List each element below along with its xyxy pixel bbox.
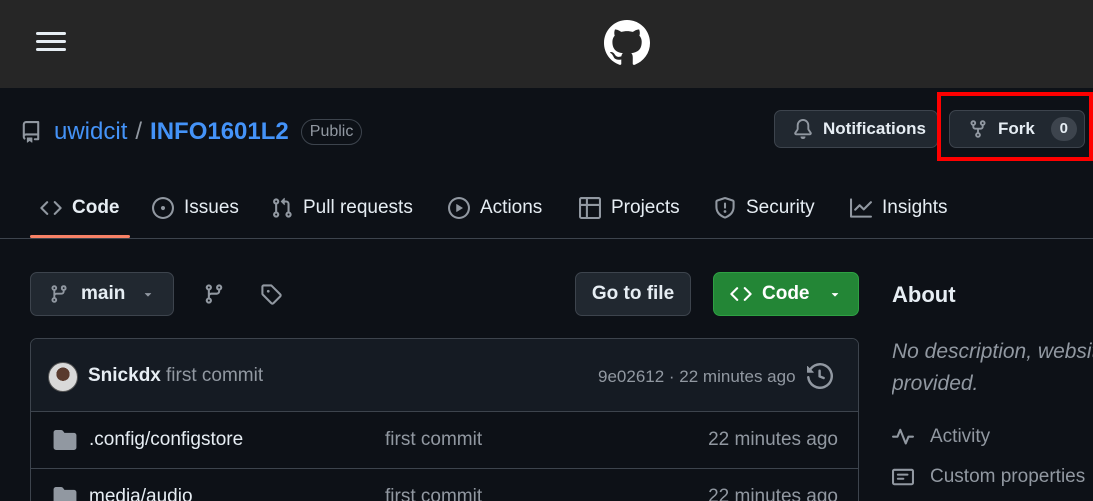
- code-icon: [730, 287, 752, 301]
- github-logo-icon[interactable]: [604, 20, 650, 66]
- code-button-label: Code: [762, 283, 810, 304]
- tab-code[interactable]: Code: [40, 178, 120, 238]
- play-icon: [448, 197, 470, 219]
- tab-issues-label: Issues: [184, 197, 239, 218]
- graph-icon: [850, 198, 872, 218]
- tab-actions-label: Actions: [480, 197, 543, 218]
- history-icon[interactable]: [807, 363, 833, 389]
- repo-owner-link[interactable]: uwidcit: [54, 118, 127, 146]
- git-branch-icon: [51, 285, 67, 303]
- commit-message[interactable]: first commit: [166, 365, 263, 387]
- folder-icon: [53, 430, 77, 450]
- tab-pull-requests[interactable]: Pull requests: [271, 178, 413, 238]
- notifications-button[interactable]: Notifications: [774, 110, 938, 148]
- folder-icon: [53, 487, 77, 501]
- tab-code-label: Code: [72, 197, 120, 218]
- file-commit-time: 22 minutes ago: [708, 486, 838, 501]
- tab-insights-label: Insights: [882, 197, 948, 218]
- about-description-line: No description, website, or topics: [892, 340, 1093, 363]
- bell-icon: [794, 119, 812, 139]
- file-commit-message[interactable]: first commit: [385, 486, 482, 501]
- file-name-link[interactable]: .config/configstore: [89, 429, 243, 451]
- triangle-down-icon: [145, 293, 152, 297]
- tab-actions[interactable]: Actions: [448, 178, 542, 238]
- about-heading: About: [892, 282, 956, 307]
- activity-link[interactable]: Activity: [892, 425, 990, 449]
- tab-issues[interactable]: Issues: [152, 178, 239, 238]
- git-pull-request-icon: [273, 197, 292, 218]
- pulse-icon: [892, 428, 914, 445]
- shield-icon: [715, 197, 735, 219]
- about-description: No description, website, or topics provi…: [892, 336, 1093, 400]
- fork-label: Fork: [998, 119, 1035, 138]
- table-row[interactable]: media/audio first commit 22 minutes ago: [31, 469, 858, 501]
- custom-properties-link[interactable]: Custom properties: [892, 465, 1085, 489]
- triangle-down-icon: [831, 293, 838, 297]
- custom-properties-label: Custom properties: [930, 466, 1086, 487]
- tab-security[interactable]: Security: [714, 178, 815, 238]
- issue-opened-icon: [152, 197, 174, 219]
- fork-button[interactable]: Fork 0: [949, 110, 1085, 148]
- note-icon: [892, 468, 914, 486]
- top-header-bar: [0, 0, 1093, 88]
- tab-pull-requests-label: Pull requests: [303, 197, 413, 218]
- fork-count-badge: 0: [1050, 117, 1077, 141]
- branch-name: main: [81, 283, 126, 304]
- branches-link[interactable]: [200, 280, 228, 308]
- avatar[interactable]: [48, 362, 78, 392]
- tags-link[interactable]: [257, 280, 285, 308]
- notifications-label: Notifications: [823, 119, 926, 138]
- repo-forked-icon: [970, 120, 986, 138]
- activity-label: Activity: [930, 426, 991, 447]
- tag-icon: [261, 284, 282, 305]
- file-name-link[interactable]: media/audio: [89, 486, 193, 501]
- about-description-line: provided.: [892, 372, 979, 395]
- file-list: Snickdx first commit 9e02612 · 22 minute…: [30, 338, 859, 501]
- repo-separator: /: [135, 118, 143, 145]
- latest-commit-row: Snickdx first commit 9e02612 · 22 minute…: [31, 339, 858, 412]
- git-branch-icon: [205, 284, 223, 304]
- repo-nav-tabs: Code Issues Pull requests Actions Projec…: [0, 178, 1093, 239]
- repo-icon: [22, 121, 40, 143]
- tab-security-label: Security: [746, 197, 815, 218]
- tab-projects[interactable]: Projects: [579, 178, 680, 238]
- hamburger-icon[interactable]: [36, 32, 66, 52]
- code-icon: [40, 201, 62, 215]
- tab-insights[interactable]: Insights: [850, 178, 947, 238]
- table-row[interactable]: .config/configstore first commit 22 minu…: [31, 412, 858, 469]
- repo-name-link[interactable]: INFO1601L2: [150, 118, 289, 146]
- file-commit-time: 22 minutes ago: [708, 429, 838, 450]
- commit-author-link[interactable]: Snickdx: [88, 365, 161, 387]
- tab-projects-label: Projects: [611, 197, 680, 218]
- branch-selector-button[interactable]: main: [30, 272, 174, 316]
- table-icon: [579, 197, 601, 219]
- file-commit-message[interactable]: first commit: [385, 429, 482, 451]
- go-to-file-button[interactable]: Go to file: [575, 272, 691, 316]
- commit-meta[interactable]: 9e02612 · 22 minutes ago: [598, 367, 796, 387]
- code-dropdown-button[interactable]: Code: [713, 272, 859, 316]
- visibility-badge: Public: [300, 119, 363, 145]
- active-tab-underline: [30, 235, 130, 238]
- repo-heading: uwidcit / INFO1601L2 Public: [20, 112, 363, 152]
